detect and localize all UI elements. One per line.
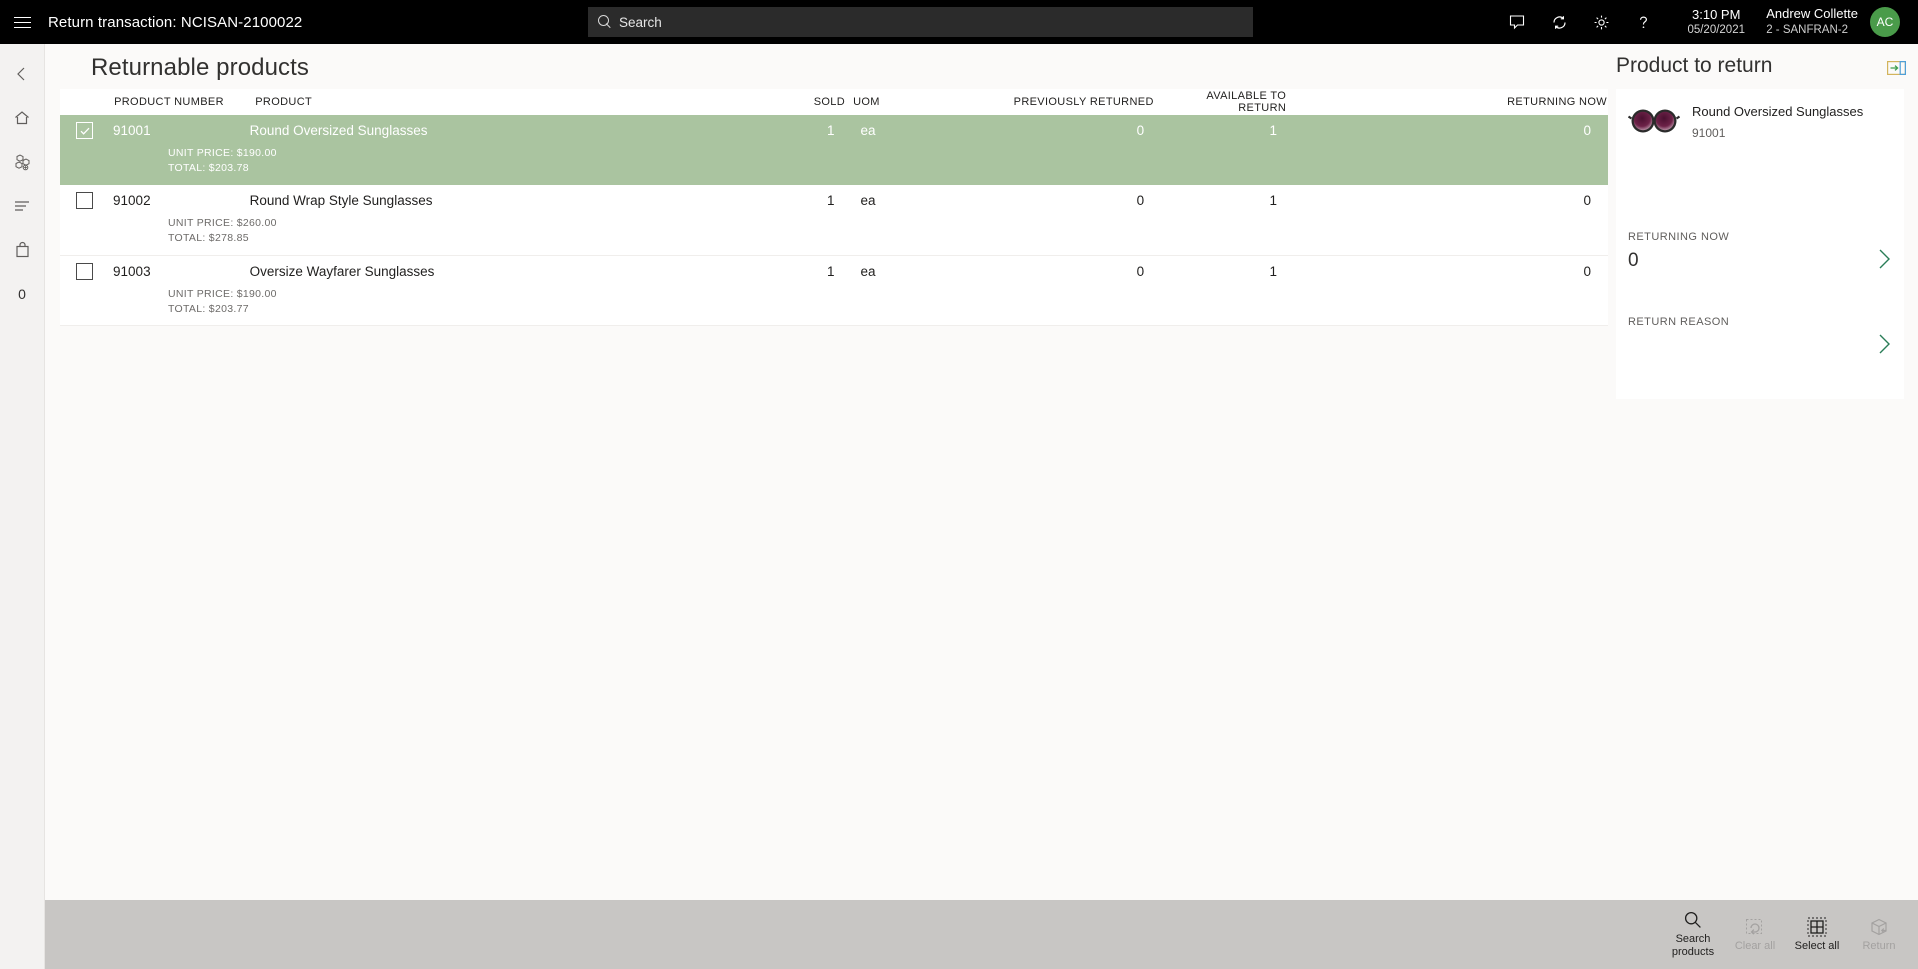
panel-product-number: 91001 [1692,125,1726,140]
expand-panel-icon[interactable] [1887,61,1906,80]
cell-sold: 1 [826,123,835,138]
table-header-row: PRODUCT NUMBER PRODUCT SOLD UOM PREVIOUS… [60,89,1611,115]
cell-available-to-return: 1 [1269,263,1277,279]
feedback-icon[interactable] [1496,0,1538,44]
search-products-label: Search products [1671,933,1715,958]
row-checkbox[interactable] [76,262,94,280]
left-navigation-rail: 0 [0,44,45,969]
settings-gear-icon[interactable] [1580,0,1622,44]
return-box-icon [1869,917,1889,937]
cell-previously-returned: 0 [1136,123,1145,138]
cell-previously-returned: 0 [1136,263,1145,279]
returnable-products-table: PRODUCT NUMBER PRODUCT SOLD UOM PREVIOUS… [60,89,1611,327]
cell-available-to-return: 1 [1269,123,1277,138]
return-button: Return [1848,900,1910,969]
chevron-right-icon[interactable] [1876,332,1892,361]
search-icon [598,15,612,29]
cell-available-to-return: 1 [1269,192,1277,208]
cell-total: TOTAL: $203.78 [168,161,249,174]
return-product-card: Round Oversized Sunglasses 91001 RETURNI… [1616,89,1904,399]
column-header-returning-now[interactable]: RETURNING NOW [1290,96,1611,108]
clock: 3:10 PM 05/20/2021 [1670,7,1762,38]
cell-uom: ea [860,192,876,208]
user-store: 2 - SANFRAN-2 [1766,23,1849,36]
cell-uom: ea [860,123,876,138]
cell-total: TOTAL: $278.85 [168,231,249,244]
top-bar-right-cluster: 3:10 PM 05/20/2021 Andrew Collette 2 - S… [1496,0,1918,44]
row-checkbox[interactable] [76,191,94,209]
row-checkbox[interactable] [76,122,94,139]
select-all-button[interactable]: Select all [1786,900,1848,969]
help-icon[interactable] [1622,0,1664,44]
cell-returning-now: 0 [1583,192,1592,208]
cell-previously-returned: 0 [1136,192,1145,208]
chevron-right-icon[interactable] [1876,247,1892,276]
global-search-input[interactable]: Search [588,7,1253,37]
cell-unit-price: UNIT PRICE: $190.00 [168,287,277,300]
cell-product-name: Round Wrap Style Sunglasses [249,192,433,208]
search-placeholder: Search [619,14,662,30]
bottom-action-bar: Search products Clear all Select all Ret… [45,900,1918,969]
returning-now-value: 0 [1628,250,1639,271]
products-icon[interactable] [0,140,45,184]
column-header-uom[interactable]: UOM [849,96,929,108]
return-label: Return [1862,939,1896,952]
page-transaction-title: Return transaction: NCISAN-2100022 [48,13,303,31]
column-header-product-number[interactable]: PRODUCT NUMBER [110,96,251,108]
table-row[interactable]: 91001 Round Oversized Sunglasses 1 ea 0 … [60,115,1611,185]
cell-unit-price: UNIT PRICE: $190.00 [168,147,277,159]
column-header-product[interactable]: PRODUCT [251,96,716,108]
product-to-return-panel: Product to return Round Oversized Sungla… [1608,44,1918,900]
product-summary: Round Oversized Sunglasses 91001 [1616,89,1904,141]
back-arrow-icon[interactable] [0,52,45,96]
current-date: 05/20/2021 [1687,23,1745,36]
table-row[interactable]: 91003 Oversize Wayfarer Sunglasses 1 ea … [60,255,1611,327]
sunglasses-thumbnail [1627,101,1681,141]
cell-product-name: Round Oversized Sunglasses [249,123,428,138]
avatar[interactable]: AC [1870,7,1900,37]
clear-all-label: Clear all [1734,939,1776,952]
return-reason-label: RETURN REASON [1628,316,1730,328]
shopping-bag-icon[interactable] [0,228,45,272]
search-products-button[interactable]: Search products [1662,900,1724,969]
cell-product-name: Oversize Wayfarer Sunglasses [249,263,435,279]
clear-icon [1745,917,1765,937]
page-title: Returnable products [91,54,310,81]
cart-count[interactable]: 0 [0,272,45,316]
select-all-label: Select all [1794,939,1840,952]
list-icon[interactable] [0,184,45,228]
home-icon[interactable] [0,96,45,140]
column-header-sold[interactable]: SOLD [717,96,849,108]
column-header-available-to-return[interactable]: AVAILABLE TO RETURN [1158,90,1290,114]
cell-uom: ea [860,263,876,279]
cell-total: TOTAL: $203.77 [168,302,249,315]
hamburger-menu-icon[interactable] [0,0,44,44]
table-row[interactable]: 91002 Round Wrap Style Sunglasses 1 ea 0… [60,184,1611,256]
cell-product-number: 91002 [113,192,151,208]
column-header-previously-returned[interactable]: PREVIOUSLY RETURNED [929,96,1158,108]
cell-product-number: 91001 [113,123,151,138]
cell-unit-price: UNIT PRICE: $260.00 [168,216,277,229]
user-info[interactable]: Andrew Collette 2 - SANFRAN-2 [1766,6,1858,38]
panel-product-name: Round Oversized Sunglasses [1692,104,1864,119]
user-name: Andrew Collette [1766,6,1858,22]
current-time: 3:10 PM [1692,6,1741,22]
returning-now-field[interactable]: RETURNING NOW 0 [1628,231,1892,279]
cell-sold: 1 [826,263,835,279]
panel-title: Product to return [1616,54,1773,77]
cell-sold: 1 [826,192,835,208]
cell-returning-now: 0 [1583,123,1592,138]
clear-all-button: Clear all [1724,900,1786,969]
sync-icon[interactable] [1538,0,1580,44]
select-all-icon [1807,917,1827,937]
return-reason-field[interactable]: RETURN REASON [1628,316,1892,364]
search-icon [1683,910,1703,930]
cell-returning-now: 0 [1583,263,1592,279]
cell-product-number: 91003 [113,263,151,279]
top-bar: Return transaction: NCISAN-2100022 Searc… [0,0,1918,44]
returning-now-label: RETURNING NOW [1628,231,1730,243]
